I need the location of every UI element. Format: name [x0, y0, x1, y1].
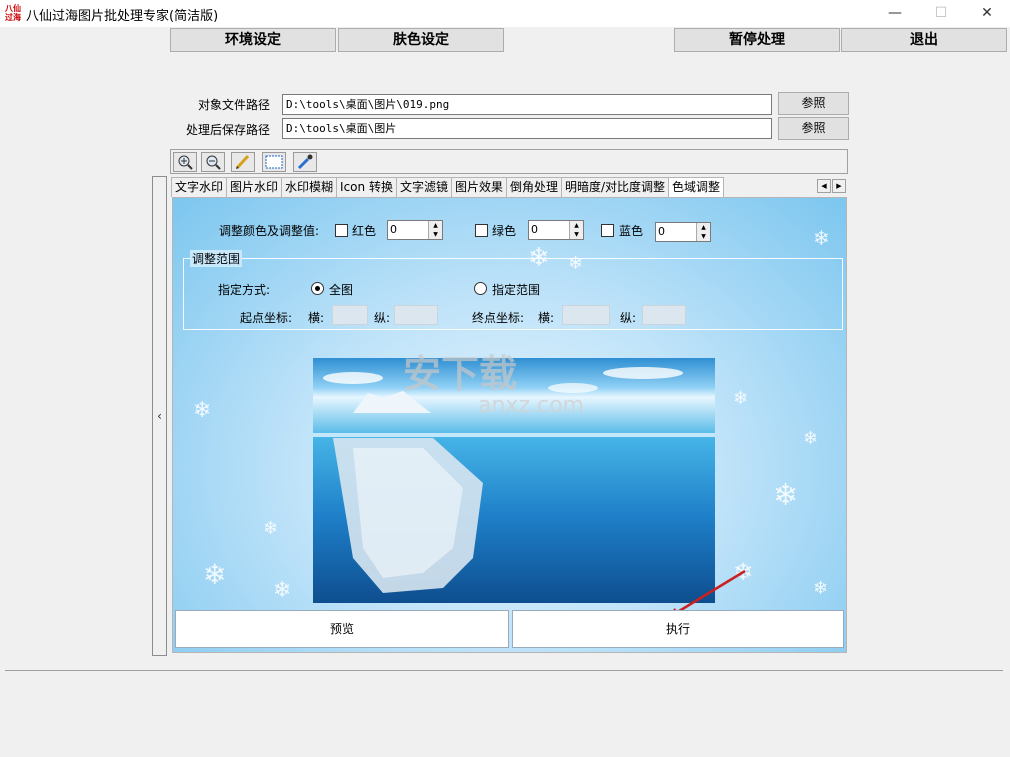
snowflake-icon: ❄ [773, 478, 799, 513]
start-x-label: 横: [308, 311, 325, 325]
preview-button[interactable]: 预览 [175, 610, 509, 648]
color-adjust-label: 调整颜色及调整值: [219, 224, 320, 238]
collapse-panel-button[interactable]: ‹ [152, 176, 167, 656]
function-tabs: 文字水印 图片水印 水印模糊 Icon 转换 文字滤镜 图片效果 倒角处理 明暗… [171, 177, 725, 198]
green-checkbox[interactable] [475, 224, 488, 237]
skin-settings-button[interactable]: 肤色设定 [338, 28, 504, 52]
pause-button[interactable]: 暂停处理 [674, 28, 840, 52]
end-coord-label: 终点坐标: [472, 311, 525, 325]
image-toolbar [170, 149, 848, 174]
end-y-input[interactable] [642, 305, 686, 325]
watermark-brand: 安下载 [403, 352, 518, 396]
tab-bevel[interactable]: 倒角处理 [505, 177, 562, 197]
snowflake-icon: ❄ [273, 578, 292, 603]
green-value: 0 [531, 223, 538, 236]
minimize-button[interactable]: — [872, 0, 918, 27]
source-browse-button[interactable]: 参照 [778, 92, 849, 115]
tab-text-filter[interactable]: 文字滤镜 [395, 177, 452, 197]
end-x-input[interactable] [562, 305, 610, 325]
blue-label: 蓝色 [619, 224, 644, 238]
maximize-button[interactable]: ☐ [918, 0, 964, 27]
select-rect-icon[interactable] [262, 152, 286, 172]
spinner-arrows-icon[interactable]: ▲ ▼ [428, 221, 442, 239]
tab-scroll-left-icon[interactable]: ◀ [817, 179, 831, 193]
title-bar: 八仙 过海 八仙过海图片批处理专家(简洁版) — ☐ ✕ [0, 0, 1010, 27]
spinner-arrows-icon[interactable]: ▲ ▼ [569, 221, 583, 239]
source-path-label: 对象文件路径 [197, 98, 270, 112]
start-y-label: 纵: [374, 311, 391, 325]
window-title: 八仙过海图片批处理专家(简洁版) [26, 9, 219, 24]
save-path-input[interactable]: D:\tools\桌面\图片 [282, 118, 772, 139]
start-x-input[interactable] [332, 305, 368, 325]
source-path-input[interactable]: D:\tools\桌面\图片\019.png [282, 94, 772, 115]
end-x-label: 横: [538, 311, 555, 325]
snowflake-icon: ❄ [203, 558, 227, 591]
full-image-radio[interactable] [311, 282, 324, 295]
red-value: 0 [390, 223, 397, 236]
custom-range-label: 指定范围 [492, 283, 541, 297]
range-group-title: 调整范围 [190, 250, 243, 267]
zoom-in-icon[interactable] [173, 152, 197, 172]
color-adjust-panel: ❄ ❄ ❄ ❄ ❄ ❄ ❄ ❄ ❄ ❄ ❄ ❄ 调整颜色及调整值: 红色 0 ▲… [172, 197, 847, 653]
blue-value-spinner[interactable]: 0 ▲ ▼ [655, 222, 711, 242]
mode-label: 指定方式: [218, 283, 271, 297]
tab-scroll-right-icon[interactable]: ▶ [832, 179, 846, 193]
start-y-input[interactable] [394, 305, 438, 325]
range-group: 调整范围 指定方式: 全图 指定范围 起点坐标: 横: 纵: 终点坐标: 横: … [183, 250, 843, 330]
snowflake-icon: ❄ [813, 226, 830, 250]
blue-checkbox[interactable] [601, 224, 614, 237]
watermark-url: anxz.com [478, 393, 584, 418]
green-value-spinner[interactable]: 0 ▲ ▼ [528, 220, 584, 240]
zoom-out-icon[interactable] [201, 152, 225, 172]
close-button[interactable]: ✕ [964, 0, 1010, 27]
snowflake-icon: ❄ [263, 518, 279, 539]
save-browse-button[interactable]: 参照 [778, 117, 849, 140]
tab-text-watermark[interactable]: 文字水印 [171, 177, 228, 197]
tab-icon-convert[interactable]: Icon 转换 [336, 177, 397, 197]
tab-image-watermark[interactable]: 图片水印 [226, 177, 283, 197]
snowflake-icon: ❄ [193, 398, 212, 423]
green-label: 绿色 [492, 224, 517, 238]
snowflake-icon: ❄ [813, 578, 829, 599]
status-divider [5, 670, 1003, 671]
env-settings-button[interactable]: 环境设定 [170, 28, 336, 52]
snowflake-icon: ❄ [733, 388, 749, 409]
exit-button[interactable]: 退出 [841, 28, 1007, 52]
pencil-icon[interactable] [231, 152, 255, 172]
execute-button[interactable]: 执行 [512, 610, 844, 648]
blue-value: 0 [658, 225, 665, 238]
tab-watermark-blur[interactable]: 水印模糊 [281, 177, 338, 197]
snowflake-icon: ❄ [803, 428, 819, 449]
tab-color-adjust[interactable]: 色域调整 [668, 177, 725, 198]
tab-image-effects[interactable]: 图片效果 [450, 177, 507, 197]
red-value-spinner[interactable]: 0 ▲ ▼ [387, 220, 443, 240]
red-checkbox[interactable] [335, 224, 348, 237]
end-y-label: 纵: [620, 311, 637, 325]
save-path-label: 处理后保存路径 [185, 123, 270, 137]
tab-brightness-contrast[interactable]: 明暗度/对比度调整 [561, 177, 670, 197]
full-image-label: 全图 [329, 283, 354, 297]
custom-range-radio[interactable] [474, 282, 487, 295]
red-label: 红色 [352, 224, 377, 238]
start-coord-label: 起点坐标: [240, 311, 293, 325]
eyedropper-icon[interactable] [293, 152, 317, 172]
app-logo-icon: 八仙 过海 [5, 4, 21, 22]
spinner-arrows-icon[interactable]: ▲ ▼ [696, 223, 710, 241]
